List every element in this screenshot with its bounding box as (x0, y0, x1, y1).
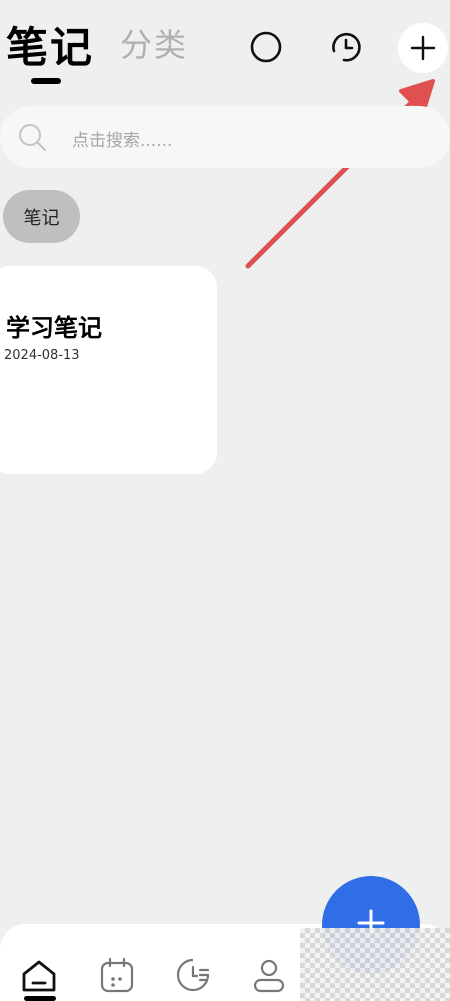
clock-icon[interactable] (326, 27, 366, 67)
active-tab-indicator (31, 78, 61, 84)
tab-categories[interactable]: 分类 (120, 20, 188, 66)
note-date: 2024-08-13 (4, 348, 80, 363)
tab-notes[interactable]: 笔记 (6, 14, 94, 75)
stats-icon[interactable] (172, 954, 214, 996)
note-card[interactable]: 学习笔记 2024-08-13 (0, 266, 217, 474)
search-bar[interactable]: 点击搜索...... (0, 106, 450, 168)
add-note-button[interactable] (398, 23, 448, 73)
category-chip-notes[interactable]: 笔记 (3, 190, 80, 243)
nav-active-indicator (24, 996, 56, 1001)
search-icon (19, 124, 46, 151)
search-input[interactable]: 点击搜索...... (72, 126, 172, 151)
top-tab-bar: 笔记 分类 (0, 0, 450, 95)
note-title: 学习笔记 (6, 314, 102, 342)
watermark-pattern (300, 928, 450, 1001)
calendar-icon[interactable] (96, 954, 138, 996)
home-icon[interactable] (18, 954, 60, 996)
plus-icon (410, 35, 436, 61)
circle-icon[interactable] (246, 27, 286, 67)
profile-icon[interactable] (248, 954, 290, 996)
